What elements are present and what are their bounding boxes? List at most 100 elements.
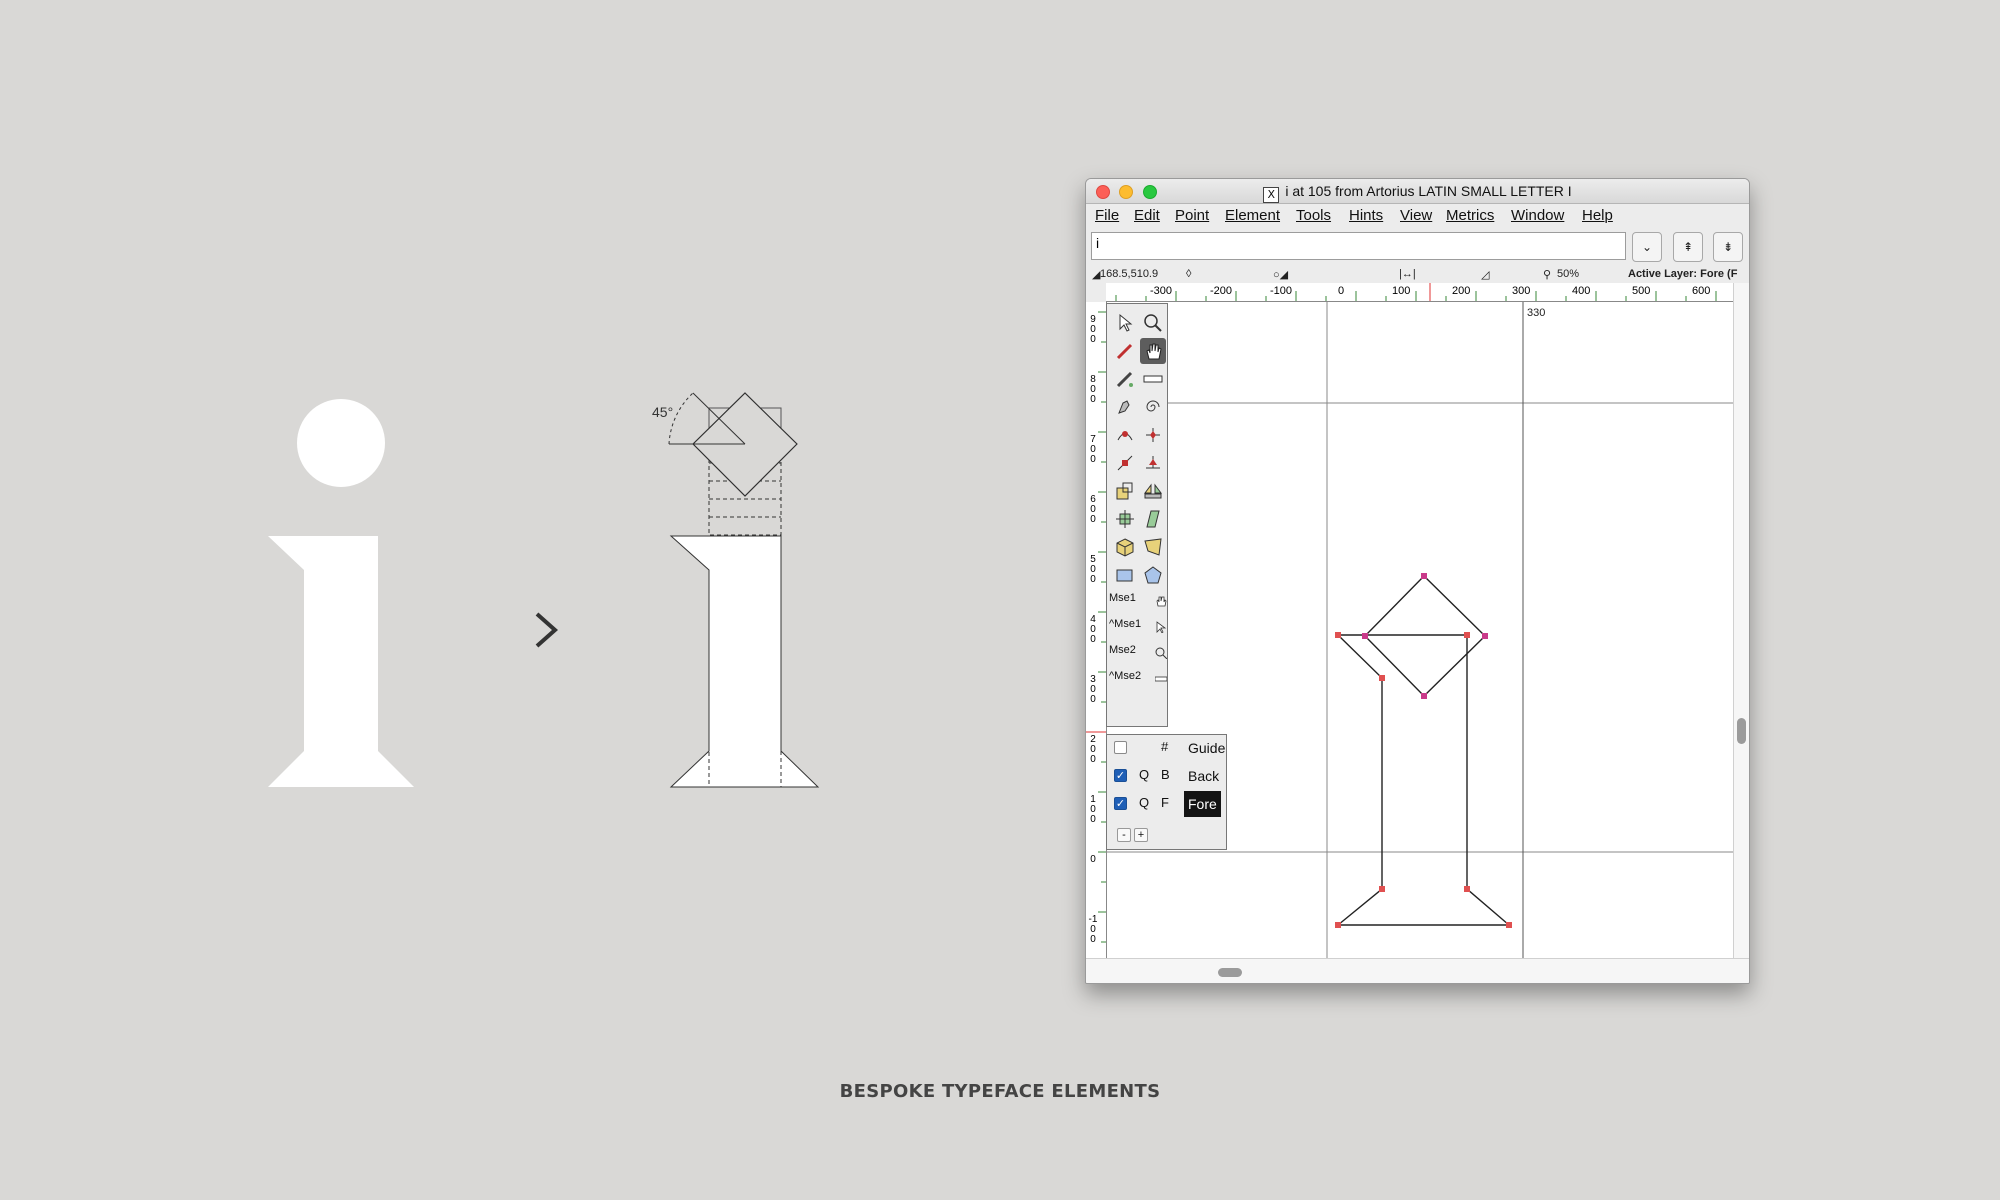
menu-bar: File Edit Point Element Tools Hints View… — [1086, 204, 1749, 228]
horizontal-ruler: -300 -200 -100 0 100 200 300 400 500 600 — [1106, 283, 1733, 302]
title-bar[interactable]: Xi at 105 from Artorius LATIN SMALL LETT… — [1086, 179, 1749, 204]
menu-window[interactable]: Window — [1511, 207, 1564, 224]
layer-visibility-checkbox[interactable]: ✓ — [1114, 797, 1127, 810]
construction-i-drawing — [668, 392, 820, 788]
flip-tool[interactable] — [1140, 478, 1166, 504]
menu-view[interactable]: View — [1400, 207, 1432, 224]
active-layer-label: Active Layer: Fore (F — [1628, 268, 1738, 280]
caption: BESPOKE TYPEFACE ELEMENTS — [839, 1081, 1161, 1102]
layer-visibility-checkbox[interactable]: ✓ — [1114, 769, 1127, 782]
glyph-stem — [268, 536, 414, 787]
ruler-label: -300 — [1150, 285, 1173, 297]
scale-tool[interactable] — [1112, 478, 1138, 504]
menu-metrics[interactable]: Metrics — [1446, 207, 1494, 224]
layer-name: Back — [1188, 768, 1220, 784]
rectangle-tool[interactable] — [1112, 562, 1138, 588]
menu-file[interactable]: File — [1095, 207, 1119, 224]
magnify-tool[interactable] — [1140, 310, 1166, 336]
distance-icon: |↔| — [1399, 268, 1416, 280]
rotate-tool[interactable] — [1112, 506, 1138, 532]
layer-quadratic-flag: Q — [1139, 795, 1150, 810]
menu-tools[interactable]: Tools — [1296, 207, 1331, 224]
mouse-binding-label: ^Mse1 — [1109, 618, 1142, 630]
ruler-label: -100 — [1270, 285, 1293, 297]
ruler-icon — [1154, 672, 1168, 684]
layer-code: B — [1161, 767, 1170, 782]
tool-palette: Mse1 ^Mse1 Mse2 ^Mse2 — [1106, 303, 1168, 727]
curve-point-tool[interactable] — [1112, 422, 1138, 448]
zoom-level: 50% — [1557, 268, 1580, 280]
glyph-editor-window: Xi at 105 from Artorius LATIN SMALL LETT… — [1085, 178, 1750, 984]
ruler-label: 400 — [1090, 614, 1096, 645]
layer-palette: # Guide ✓ Q B Back ✓ Q F Fore - + — [1106, 734, 1227, 850]
scroll-hand-tool[interactable] — [1140, 338, 1166, 364]
mouse-binding-label: ^Mse2 — [1109, 670, 1142, 682]
glyph-outline-drawing — [1107, 302, 1733, 958]
ruler-label: -200 — [1210, 285, 1233, 297]
tangent-point-tool[interactable] — [1140, 450, 1166, 476]
glyph-canvas[interactable]: 330 — [1107, 302, 1733, 958]
next-glyph-button[interactable]: ⇟ — [1713, 232, 1743, 262]
mouse-binding-label: Mse2 — [1109, 644, 1136, 656]
previous-glyph-button[interactable]: ⇞ — [1673, 232, 1703, 262]
spiro-tool[interactable] — [1140, 394, 1166, 420]
window-title: Xi at 105 from Artorius LATIN SMALL LETT… — [1086, 183, 1749, 203]
dropdown-button[interactable]: ⌄ — [1632, 232, 1662, 262]
horizontal-scrollbar[interactable] — [1086, 958, 1749, 983]
add-layer-button[interactable]: + — [1134, 828, 1148, 842]
glyph-dot — [297, 399, 385, 487]
magnify-icon — [1155, 646, 1168, 660]
menu-hints[interactable]: Hints — [1349, 207, 1383, 224]
ruler-label: 100 — [1392, 285, 1411, 297]
layer-visibility-checkbox[interactable] — [1114, 741, 1127, 754]
ruler-label: 100 — [1090, 794, 1096, 825]
zoom-icon: ⚲ — [1543, 269, 1552, 281]
pen-tool[interactable] — [1112, 394, 1138, 420]
layer-row-fore[interactable]: ✓ Q F Fore — [1107, 791, 1226, 817]
layer-row-guide[interactable]: # Guide — [1107, 735, 1226, 761]
ruler-label: -100 — [1088, 914, 1098, 945]
ruler-label: 500 — [1090, 554, 1096, 585]
menu-help[interactable]: Help — [1582, 207, 1613, 224]
letter-construction-artwork: 45° — [268, 392, 820, 788]
corner-point-tool[interactable] — [1112, 450, 1138, 476]
mouse-binding-label: Mse1 — [1109, 592, 1136, 604]
stem-outline — [1336, 634, 1511, 926]
ruler-label: 300 — [1512, 285, 1531, 297]
pointer-tool[interactable] — [1112, 310, 1138, 336]
window-title-text: i at 105 from Artorius LATIN SMALL LETTE… — [1285, 183, 1572, 199]
ruler-tool[interactable] — [1140, 366, 1166, 392]
ruler-label: 200 — [1452, 285, 1471, 297]
freehand-tool[interactable] — [1112, 338, 1138, 364]
point-icon: ◊ — [1186, 268, 1192, 280]
remove-layer-button[interactable]: - — [1117, 828, 1131, 842]
glyph-name-input[interactable]: i — [1091, 232, 1626, 260]
menu-element[interactable]: Element — [1225, 207, 1280, 224]
layer-name: Fore — [1184, 791, 1221, 817]
vertical-scroll-thumb[interactable] — [1737, 718, 1746, 744]
ruler-label: 500 — [1632, 285, 1651, 297]
angle-icon: ◿ — [1481, 269, 1490, 281]
hv-curve-tool[interactable] — [1140, 422, 1166, 448]
menu-point[interactable]: Point — [1175, 207, 1209, 224]
3d-rotate-tool[interactable] — [1112, 534, 1138, 560]
polygon-tool[interactable] — [1140, 562, 1166, 588]
cursor-coords: 168.5,510.9 — [1100, 268, 1159, 280]
x11-icon: X — [1263, 187, 1280, 203]
layer-code: # — [1161, 739, 1169, 754]
vertical-ruler: 900 800 700 600 500 400 300 200 100 0 -1… — [1086, 302, 1107, 958]
vertical-scrollbar[interactable] — [1733, 283, 1749, 958]
info-bar: ◢ 168.5,510.9 ◊ ○◢ |↔| ◿ ⚲ 50% Active La… — [1086, 268, 1749, 282]
menu-edit[interactable]: Edit — [1134, 207, 1160, 224]
knife-tool[interactable] — [1112, 366, 1138, 392]
layer-row-back[interactable]: ✓ Q B Back — [1107, 763, 1226, 789]
layer-quadratic-flag: Q — [1139, 767, 1150, 782]
scroll-hand-icon — [1155, 594, 1167, 607]
ruler-label: 200 — [1090, 734, 1096, 765]
chevron-right-icon — [535, 612, 559, 648]
skew-tool[interactable] — [1140, 506, 1166, 532]
stem-points — [1335, 632, 1512, 928]
horizontal-scroll-thumb[interactable] — [1218, 968, 1242, 977]
perspective-tool[interactable] — [1140, 534, 1166, 560]
offset-icon: ○◢ — [1273, 269, 1289, 281]
